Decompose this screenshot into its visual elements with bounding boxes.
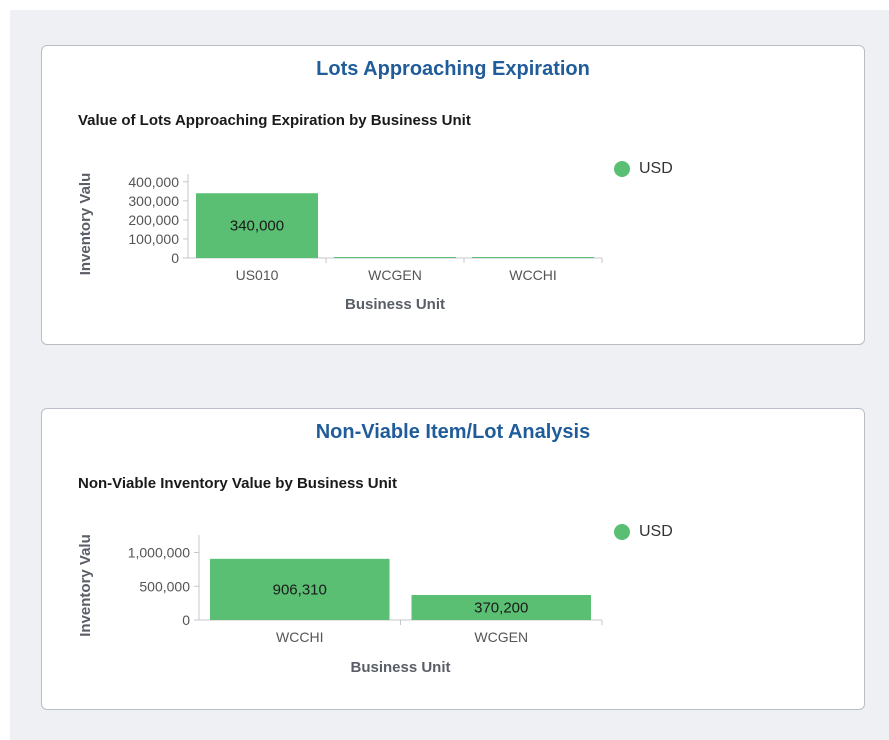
y-axis-title: Inventory Valu bbox=[77, 173, 94, 276]
data-label: 370,200 bbox=[474, 600, 528, 617]
legend-swatch-icon bbox=[614, 524, 630, 540]
legend-label: USD bbox=[639, 160, 673, 177]
dashboard-page: Lots Approaching Expiration Value of Lot… bbox=[10, 10, 889, 740]
y-tick-label: 200,000 bbox=[128, 212, 179, 228]
legend-swatch-icon bbox=[614, 161, 630, 177]
y-axis-title: Inventory Valu bbox=[77, 534, 94, 637]
legend-label: USD bbox=[639, 523, 673, 540]
bar-chart: 0 500,000 1,000,000 WCCHI 906,310 WCGEN 370,20… bbox=[77, 534, 603, 676]
bar-chart: 0 100,000 200,000 300,000 400,000 US010 340,00… bbox=[77, 173, 603, 313]
y-tick-label: 1,000,000 bbox=[128, 545, 190, 561]
y-tick-label: 100,000 bbox=[128, 231, 179, 247]
chart-legend[interactable]: USD bbox=[614, 523, 673, 541]
x-axis-title: Business Unit bbox=[345, 296, 445, 313]
bar bbox=[472, 257, 594, 258]
y-tick-label: 500,000 bbox=[139, 578, 190, 594]
x-tick-label: WCGEN bbox=[368, 267, 422, 283]
y-tick-label: 0 bbox=[171, 250, 179, 266]
y-tick-label: 300,000 bbox=[128, 193, 179, 209]
y-tick-label: 400,000 bbox=[128, 174, 179, 190]
x-axis-title: Business Unit bbox=[350, 659, 450, 676]
x-tick-label: WCCHI bbox=[276, 629, 323, 645]
x-tick-label: US010 bbox=[236, 267, 279, 283]
data-label: 906,310 bbox=[273, 581, 327, 598]
data-label: 340,000 bbox=[230, 218, 284, 235]
x-tick-label: WCGEN bbox=[474, 629, 528, 645]
x-tick-label: WCCHI bbox=[509, 267, 556, 283]
chart-legend[interactable]: USD bbox=[614, 160, 673, 178]
y-tick-label: 0 bbox=[182, 612, 190, 628]
non-viable-analysis-card: Non-Viable Item/Lot Analysis Non-Viable … bbox=[41, 408, 865, 710]
lots-expiration-card: Lots Approaching Expiration Value of Lot… bbox=[41, 45, 865, 345]
bar bbox=[334, 257, 456, 258]
